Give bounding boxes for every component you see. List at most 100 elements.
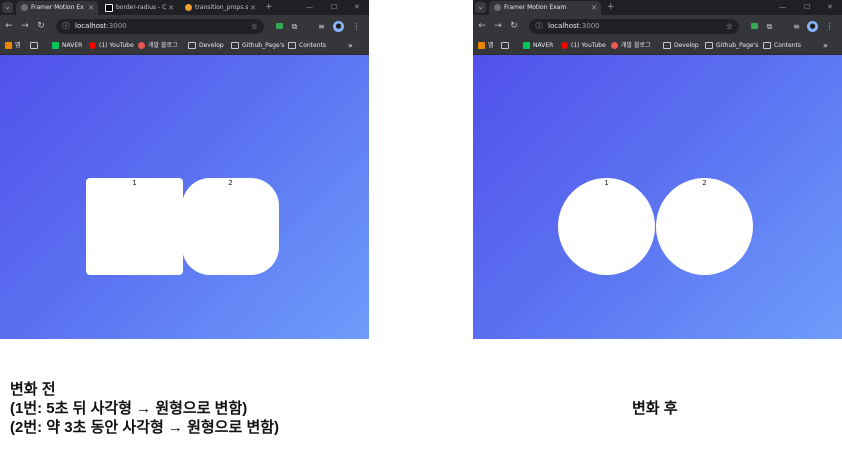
maximize-icon[interactable]: ☐ xyxy=(331,0,337,15)
grid-icon xyxy=(501,42,509,49)
bookmarks-bar: 앱 NAVER (1) YouTube 개발 블로그 Develop Githu… xyxy=(0,38,369,55)
caption-before-title: 변화 전 xyxy=(10,381,56,398)
forward-icon[interactable]: → xyxy=(491,19,505,33)
caption-before-note-1: (1번: 5초 뒤 사각형 → 원형으로 변함) xyxy=(10,400,248,417)
box-label: 2 xyxy=(228,179,233,187)
tab-framer-motion[interactable]: Framer Motion Exam ✕ xyxy=(489,1,601,15)
browser-window-before: ⌄ Framer Motion Ex ✕ border-radius - C ✕… xyxy=(0,0,369,339)
box-label: 1 xyxy=(132,179,137,187)
bookmark-github-page[interactable]: Github_Page's xyxy=(705,38,758,54)
box-label: 2 xyxy=(702,179,707,187)
back-icon[interactable]: ← xyxy=(475,19,489,33)
folder-icon xyxy=(288,42,296,49)
youtube-icon xyxy=(89,42,96,49)
caption-before-note-2: (2번: 약 3초 동안 사각형 → 원형으로 변함) xyxy=(10,419,280,436)
avatar[interactable]: ● xyxy=(333,21,344,32)
puzzle-icon[interactable]: ⧉ xyxy=(289,21,300,32)
globe-icon xyxy=(21,4,28,11)
close-tab-icon[interactable]: ✕ xyxy=(168,1,174,15)
naver-icon xyxy=(52,42,59,49)
minimize-icon[interactable]: — xyxy=(779,0,786,15)
site-info-icon[interactable]: ⓘ xyxy=(534,21,544,31)
bookmark-develop[interactable]: Develop xyxy=(663,38,699,54)
box-label: 1 xyxy=(604,179,609,187)
bookmark-grid[interactable] xyxy=(30,38,41,54)
more-vert-icon[interactable]: ⋮ xyxy=(351,21,362,32)
minimize-icon[interactable]: — xyxy=(306,0,313,15)
tab-strip: ⌄ Framer Motion Ex ✕ border-radius - C ✕… xyxy=(0,0,369,15)
youtube-icon xyxy=(561,42,568,49)
new-tab-icon[interactable]: + xyxy=(607,1,615,14)
avatar[interactable]: ● xyxy=(807,21,818,32)
reload-icon[interactable]: ↻ xyxy=(507,19,521,33)
folder-icon xyxy=(663,42,671,49)
caption-after: 변화 후 xyxy=(632,400,678,417)
star-icon[interactable]: ☆ xyxy=(251,19,258,34)
bookmark-youtube[interactable]: (1) YouTube xyxy=(89,38,134,54)
caption-before: 변화 전 (1번: 5초 뒤 사각형 → 원형으로 변함) (2번: 약 3초 … xyxy=(10,380,279,437)
bookmark-contents[interactable]: Contents xyxy=(763,38,801,54)
address-bar[interactable]: ⓘ localhost:3000 ☆ xyxy=(529,19,739,34)
extension-icon[interactable] xyxy=(751,23,758,29)
close-window-icon[interactable]: ✕ xyxy=(827,0,833,15)
bookmark-github-page[interactable]: Github_Page's xyxy=(231,38,284,54)
motion-box-1: 1 xyxy=(86,178,183,275)
tab-framer-motion[interactable]: Framer Motion Ex ✕ xyxy=(16,1,98,15)
motion-box-1: 1 xyxy=(558,178,655,275)
bookmarks-bar: 앱 NAVER (1) YouTube 개발 블로그 Develop Githu… xyxy=(473,38,842,55)
bookmark-develop[interactable]: Develop xyxy=(188,38,224,54)
folder-icon xyxy=(763,42,771,49)
page-content: 1 2 xyxy=(473,55,842,339)
apps-icon xyxy=(478,42,485,49)
motion-box-2: 2 xyxy=(656,178,753,275)
bookmark-dev-blog[interactable]: 개발 블로그 xyxy=(138,38,178,54)
browser-window-after: ⌄ Framer Motion Exam ✕ + — ☐ ✕ ← → ↻ ⓘ l… xyxy=(473,0,842,339)
apps-icon xyxy=(5,42,12,49)
naver-icon xyxy=(523,42,530,49)
tab-border-radius[interactable]: border-radius - C ✕ xyxy=(100,1,178,15)
bookmark-youtube[interactable]: (1) YouTube xyxy=(561,38,606,54)
url-text: localhost:3000 xyxy=(75,22,127,30)
tab-strip: ⌄ Framer Motion Exam ✕ + — ☐ ✕ xyxy=(473,0,842,15)
media-icon[interactable]: ≡ xyxy=(316,21,327,32)
motion-box-2: 2 xyxy=(182,178,279,275)
site-info-icon[interactable]: ⓘ xyxy=(61,21,71,31)
chevron-right-icon[interactable]: » xyxy=(348,38,353,54)
browser-toolbar: ← → ↻ ⓘ localhost:3000 ☆ ⧉ ≡ ● ⋮ xyxy=(473,15,842,38)
bookmark-contents[interactable]: Contents xyxy=(288,38,326,54)
new-tab-icon[interactable]: + xyxy=(265,1,273,14)
tab-transition-props[interactable]: transition_props.s ✕ xyxy=(180,1,260,15)
tab-search-icon[interactable]: ⌄ xyxy=(2,2,13,13)
browser-toolbar: ← → ↻ ⓘ localhost:3000 ☆ ⧉ ≡ ● ⋮ xyxy=(0,15,369,38)
puzzle-icon[interactable]: ⧉ xyxy=(764,21,775,32)
blog-icon xyxy=(138,42,145,49)
bookmark-apps[interactable]: 앱 xyxy=(478,38,494,54)
site-icon xyxy=(185,4,192,11)
folder-icon xyxy=(188,42,196,49)
bookmark-grid[interactable] xyxy=(501,38,512,54)
close-tab-icon[interactable]: ✕ xyxy=(250,1,256,15)
page-content: 1 2 xyxy=(0,55,369,339)
back-icon[interactable]: ← xyxy=(2,19,16,33)
bookmark-naver[interactable]: NAVER xyxy=(52,38,82,54)
reload-icon[interactable]: ↻ xyxy=(34,19,48,33)
star-icon[interactable]: ☆ xyxy=(726,19,733,34)
grid-icon xyxy=(30,42,38,49)
bookmark-naver[interactable]: NAVER xyxy=(523,38,553,54)
bookmark-apps[interactable]: 앱 xyxy=(5,38,21,54)
close-window-icon[interactable]: ✕ xyxy=(354,0,360,15)
folder-icon xyxy=(231,42,239,49)
url-text: localhost:3000 xyxy=(548,22,600,30)
extension-icon[interactable] xyxy=(276,23,283,29)
tab-search-icon[interactable]: ⌄ xyxy=(475,2,486,13)
chevron-right-icon[interactable]: » xyxy=(823,38,828,54)
more-vert-icon[interactable]: ⋮ xyxy=(824,21,835,32)
bookmark-dev-blog[interactable]: 개발 블로그 xyxy=(611,38,651,54)
close-tab-icon[interactable]: ✕ xyxy=(591,1,597,15)
address-bar[interactable]: ⓘ localhost:3000 ☆ xyxy=(56,19,264,34)
close-tab-icon[interactable]: ✕ xyxy=(88,1,94,15)
maximize-icon[interactable]: ☐ xyxy=(804,0,810,15)
forward-icon[interactable]: → xyxy=(18,19,32,33)
media-icon[interactable]: ≡ xyxy=(791,21,802,32)
globe-icon xyxy=(494,4,501,11)
